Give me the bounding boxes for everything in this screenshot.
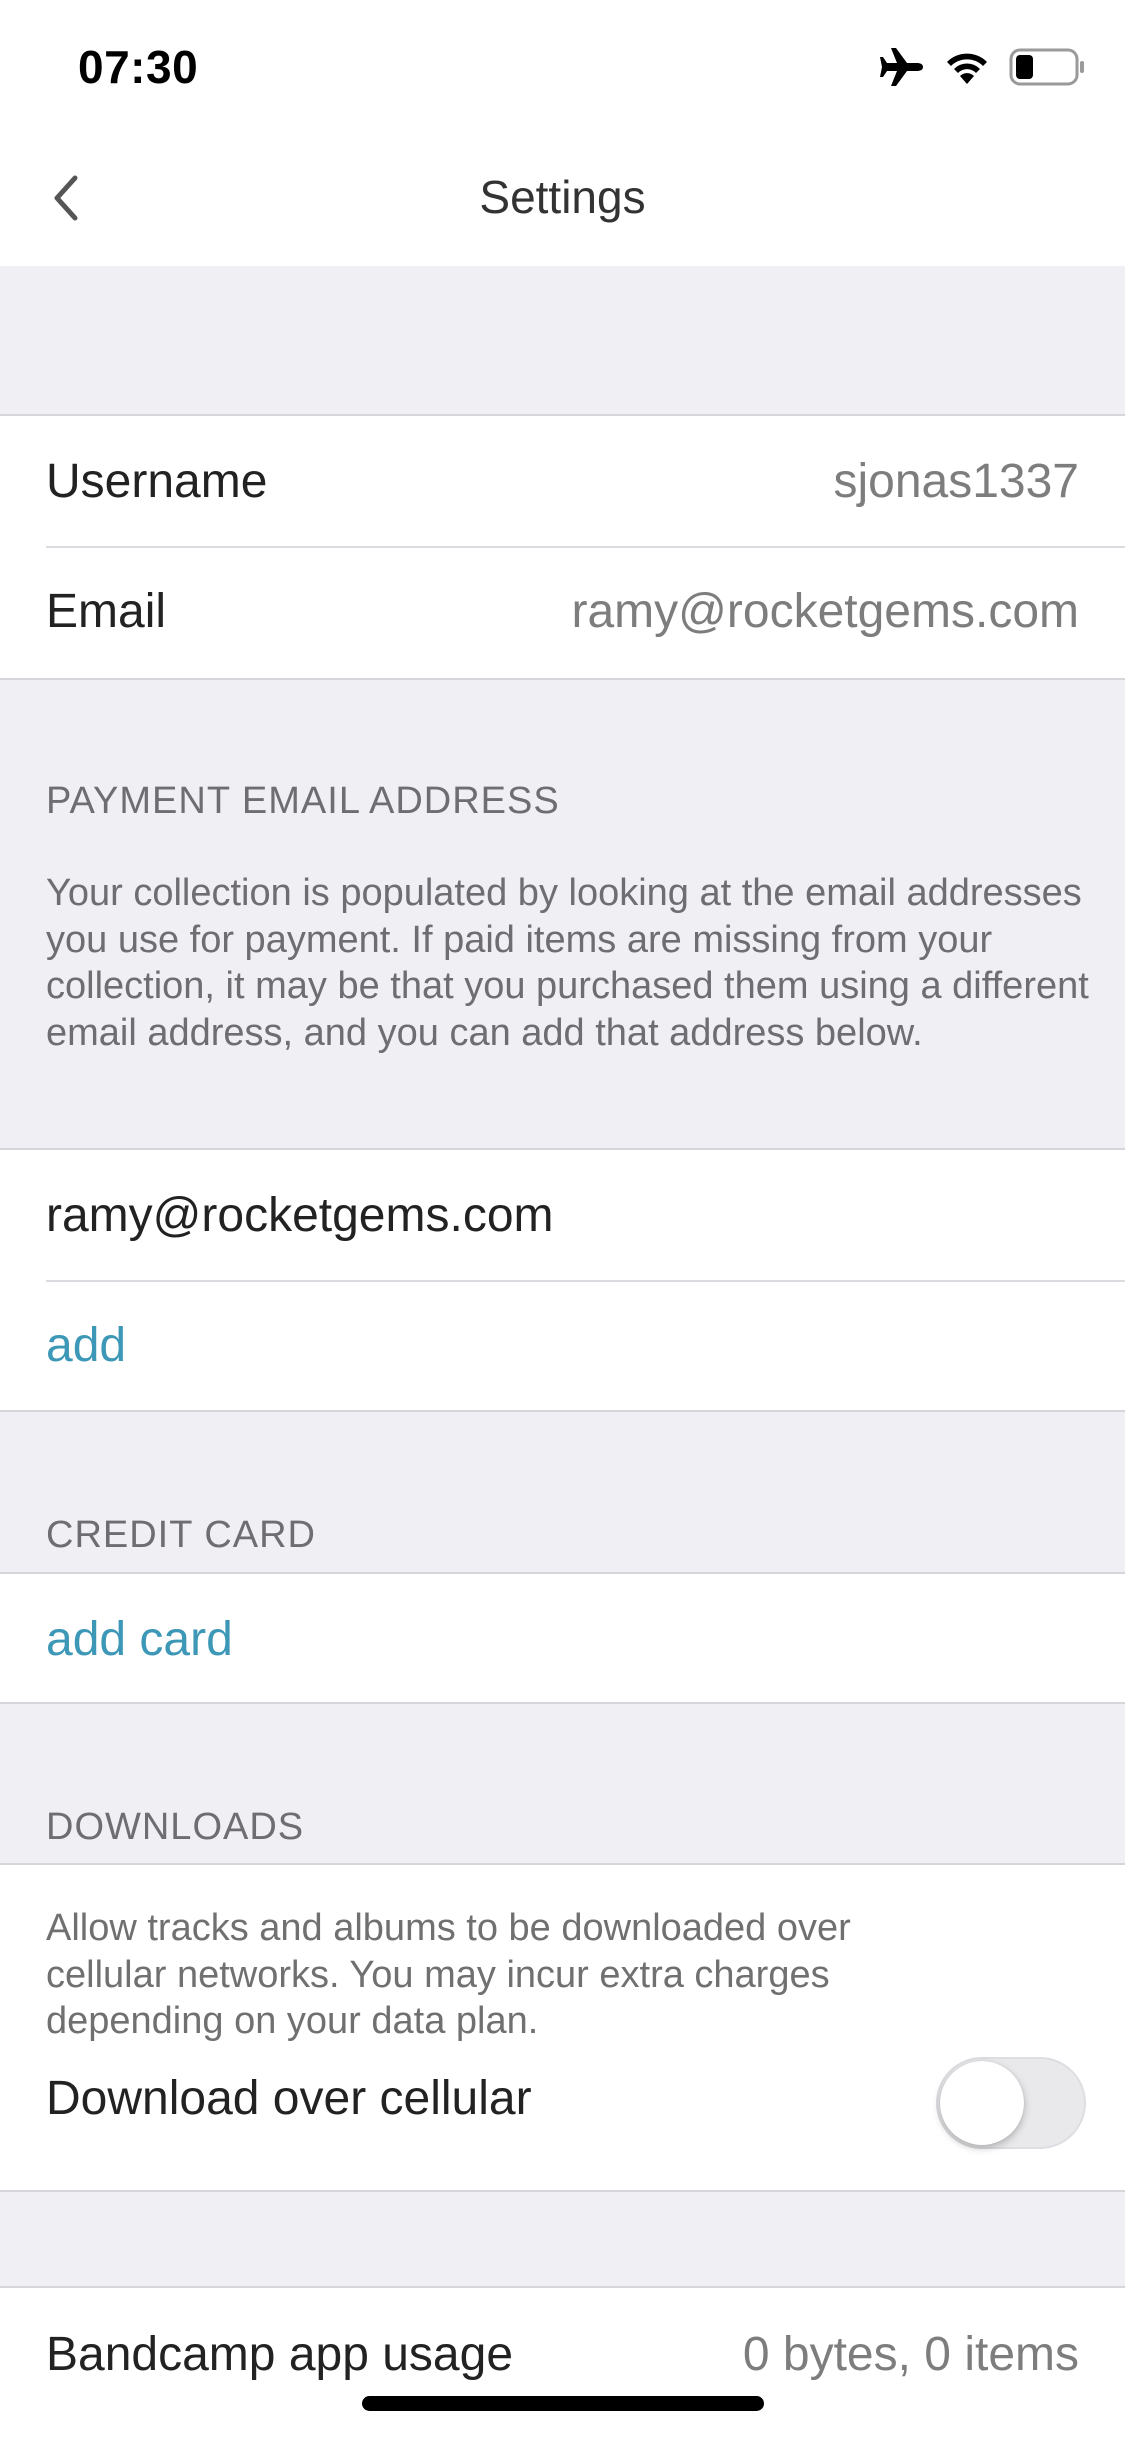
downloads-header: DOWNLOADS bbox=[46, 1806, 305, 1848]
app-usage-value: 0 bytes, 0 items bbox=[742, 2327, 1079, 2381]
toggle-knob bbox=[940, 2061, 1024, 2145]
username-row[interactable]: Username sjonas1337 bbox=[0, 416, 1125, 546]
download-over-cellular-label: Download over cellular bbox=[46, 2072, 532, 2125]
payment-email-header: PAYMENT EMAIL ADDRESS bbox=[46, 780, 560, 822]
usage-section: Bandcamp app usage 0 bytes, 0 items bbox=[0, 2286, 1125, 2438]
airplane-mode-icon bbox=[879, 47, 925, 92]
payment-email-section: ramy@rocketgems.com add bbox=[0, 1148, 1125, 1412]
payment-email-description: Your collection is populated by looking … bbox=[46, 872, 1089, 1054]
navigation-bar: Settings bbox=[0, 132, 1125, 266]
downloads-description: Allow tracks and albums to be downloaded… bbox=[46, 1907, 851, 2042]
email-row[interactable]: Email ramy@rocketgems.com bbox=[0, 546, 1125, 676]
download-over-cellular-toggle[interactable] bbox=[936, 2057, 1086, 2149]
email-label: Email bbox=[46, 584, 167, 638]
battery-icon bbox=[1009, 48, 1085, 91]
account-section: Username sjonas1337 Email ramy@rocketgem… bbox=[0, 414, 1125, 680]
credit-card-section: add card bbox=[0, 1572, 1125, 1704]
app-usage-label: Bandcamp app usage bbox=[46, 2327, 514, 2381]
add-card-row[interactable]: add card bbox=[0, 1574, 1125, 1704]
credit-card-header: CREDIT CARD bbox=[46, 1514, 316, 1556]
username-value: sjonas1337 bbox=[833, 454, 1079, 508]
add-payment-email-row[interactable]: add bbox=[0, 1280, 1125, 1410]
downloads-section: Allow tracks and albums to be downloaded… bbox=[0, 1863, 1125, 2192]
home-indicator bbox=[362, 2396, 764, 2411]
wifi-icon bbox=[945, 50, 989, 89]
status-time: 07:30 bbox=[78, 41, 199, 93]
payment-email-address: ramy@rocketgems.com bbox=[46, 1188, 554, 1242]
status-icons bbox=[879, 44, 1085, 94]
status-bar: 07:30 bbox=[0, 0, 1125, 132]
username-label: Username bbox=[46, 454, 268, 508]
page-title: Settings bbox=[479, 171, 646, 223]
add-payment-email-button[interactable]: add bbox=[46, 1318, 126, 1373]
email-value: ramy@rocketgems.com bbox=[571, 584, 1080, 638]
payment-email-row[interactable]: ramy@rocketgems.com bbox=[0, 1150, 1125, 1280]
add-card-button[interactable]: add card bbox=[46, 1612, 233, 1667]
